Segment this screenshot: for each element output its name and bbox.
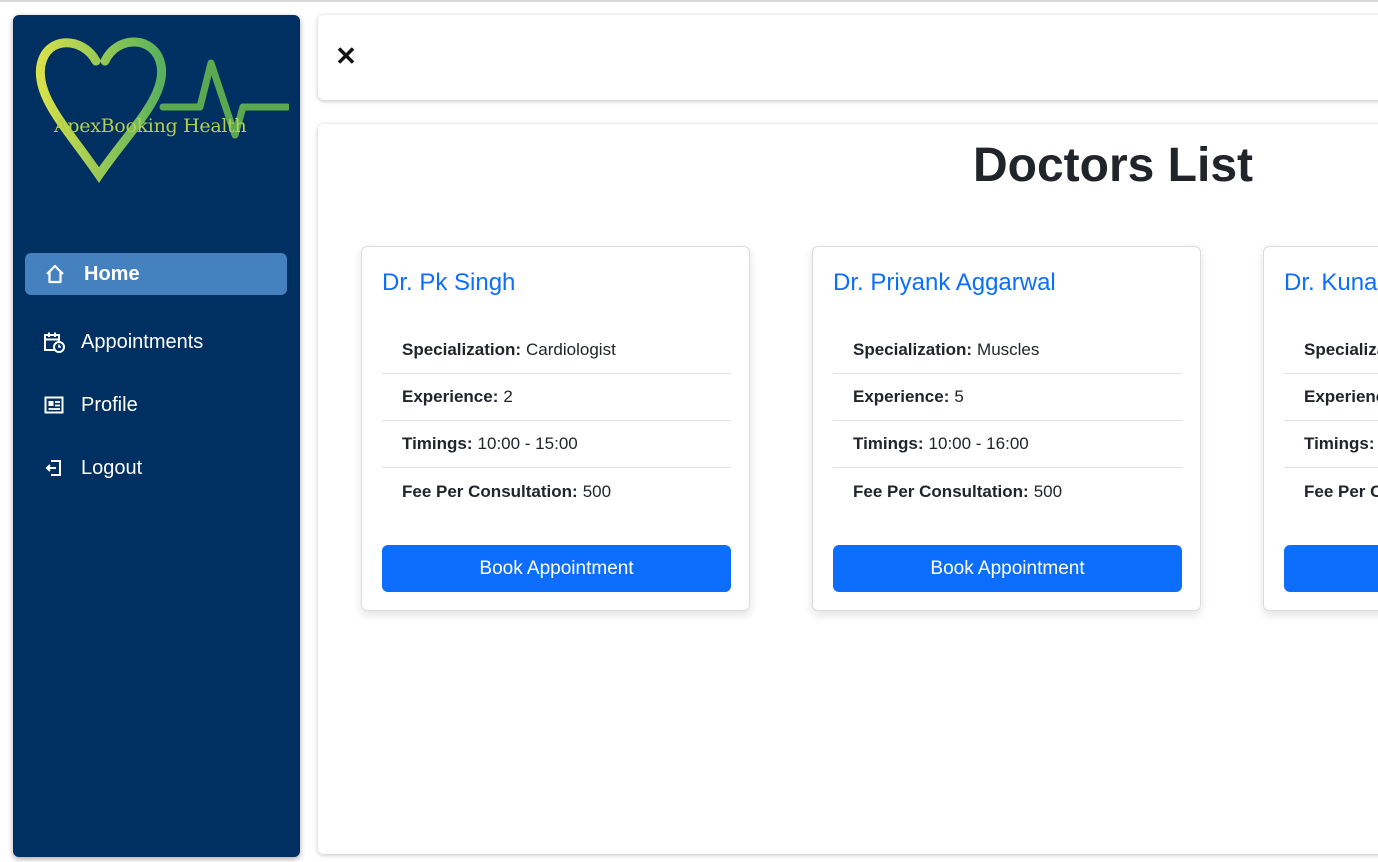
timings-row: Timings: 10:00 - 15:00 [382, 421, 731, 468]
experience-row: Experience: 5 [833, 374, 1182, 421]
main-content: Doctors List Dr. Pk Singh Specialization… [318, 124, 1378, 854]
brand-name: ApexBooking Health [54, 115, 247, 137]
fee-label: Fee Per Consultation: [402, 481, 578, 501]
sidebar-item-label: Profile [81, 393, 138, 416]
sidebar-item-logout[interactable]: Logout [25, 447, 287, 489]
sidebar-item-appointments[interactable]: Appointments [25, 321, 287, 363]
sidebar-item-label: Appointments [81, 330, 204, 353]
id-card-icon [43, 394, 65, 416]
sidebar-item-label: Logout [81, 456, 143, 479]
specialization-label: Specialization: [402, 340, 522, 359]
doctor-name[interactable]: Dr. Kuna [1284, 269, 1377, 297]
doctor-info-list: Specialization: Cardiologist Experience:… [382, 327, 731, 515]
specialization-row: Specialization: Muscles [833, 327, 1182, 374]
timings-label: Timings: [1304, 434, 1375, 453]
fee-value: 500 [1033, 481, 1063, 501]
specialization-value: Cardiologist [526, 340, 616, 359]
sidebar-item-profile[interactable]: Profile [25, 384, 287, 426]
logout-icon [43, 457, 65, 479]
sidebar-item-home[interactable]: Home [25, 253, 287, 295]
book-appointment-button[interactable]: Book Appointment [382, 545, 731, 592]
calendar-clock-icon [43, 331, 65, 353]
timings-row: Timings: [1284, 421, 1378, 468]
browser-top-border [0, 0, 1378, 2]
doctor-name[interactable]: Dr. Priyank Aggarwal [833, 269, 1056, 297]
fee-row: Fee Per Consultation: 500 [833, 468, 1182, 515]
timings-value: 10:00 - 16:00 [928, 434, 1029, 453]
doctor-card: Dr. Pk Singh Specialization: Cardiologis… [361, 246, 750, 611]
fee-label: Fee Per Consultation: [853, 481, 1029, 501]
doctor-info-list: Specialization: Muscles Experience: 5 Ti… [833, 327, 1182, 515]
timings-row: Timings: 10:00 - 16:00 [833, 421, 1182, 468]
timings-label: Timings: [853, 434, 924, 453]
doctor-card: Dr. Priyank Aggarwal Specialization: Mus… [812, 246, 1201, 611]
experience-label: Experience: [853, 387, 950, 406]
experience-value: 2 [503, 387, 513, 406]
specialization-row: Specialization: Cardiologist [382, 327, 731, 374]
heart-pulse-logo-icon [35, 37, 289, 183]
sidebar: ApexBooking Health Home Appointments Pro… [13, 15, 300, 857]
home-icon [44, 263, 66, 285]
fee-row: Fee Per C [1284, 468, 1378, 515]
experience-label: Experience: [402, 387, 499, 406]
timings-value: 10:00 - 15:00 [477, 434, 578, 453]
specialization-label: Specializa [1304, 340, 1378, 359]
experience-row: Experience: 2 [382, 374, 731, 421]
doctor-name[interactable]: Dr. Pk Singh [382, 269, 515, 297]
timings-label: Timings: [402, 434, 473, 453]
specialization-row: Specializa [1284, 327, 1378, 374]
experience-label: Experienc [1304, 387, 1378, 406]
page-title: Doctors List [972, 139, 1254, 192]
book-appointment-button[interactable] [1284, 545, 1378, 592]
brand-logo[interactable]: ApexBooking Health [25, 35, 289, 185]
specialization-value: Muscles [977, 340, 1040, 359]
fee-label: Fee Per C [1304, 481, 1378, 501]
doctor-info-list: Specializa Experienc Timings: Fee Per C [1284, 327, 1378, 515]
fee-row: Fee Per Consultation: 500 [382, 468, 731, 515]
doctor-card: Dr. Kuna Specializa Experienc Timings: F… [1263, 246, 1378, 611]
top-header: ✕ [318, 15, 1378, 100]
experience-value: 5 [954, 387, 964, 406]
experience-row: Experienc [1284, 374, 1378, 421]
close-icon[interactable]: ✕ [334, 42, 358, 70]
specialization-label: Specialization: [853, 340, 973, 359]
book-appointment-button[interactable]: Book Appointment [833, 545, 1182, 592]
sidebar-item-label: Home [84, 262, 140, 285]
fee-value: 500 [582, 481, 612, 501]
